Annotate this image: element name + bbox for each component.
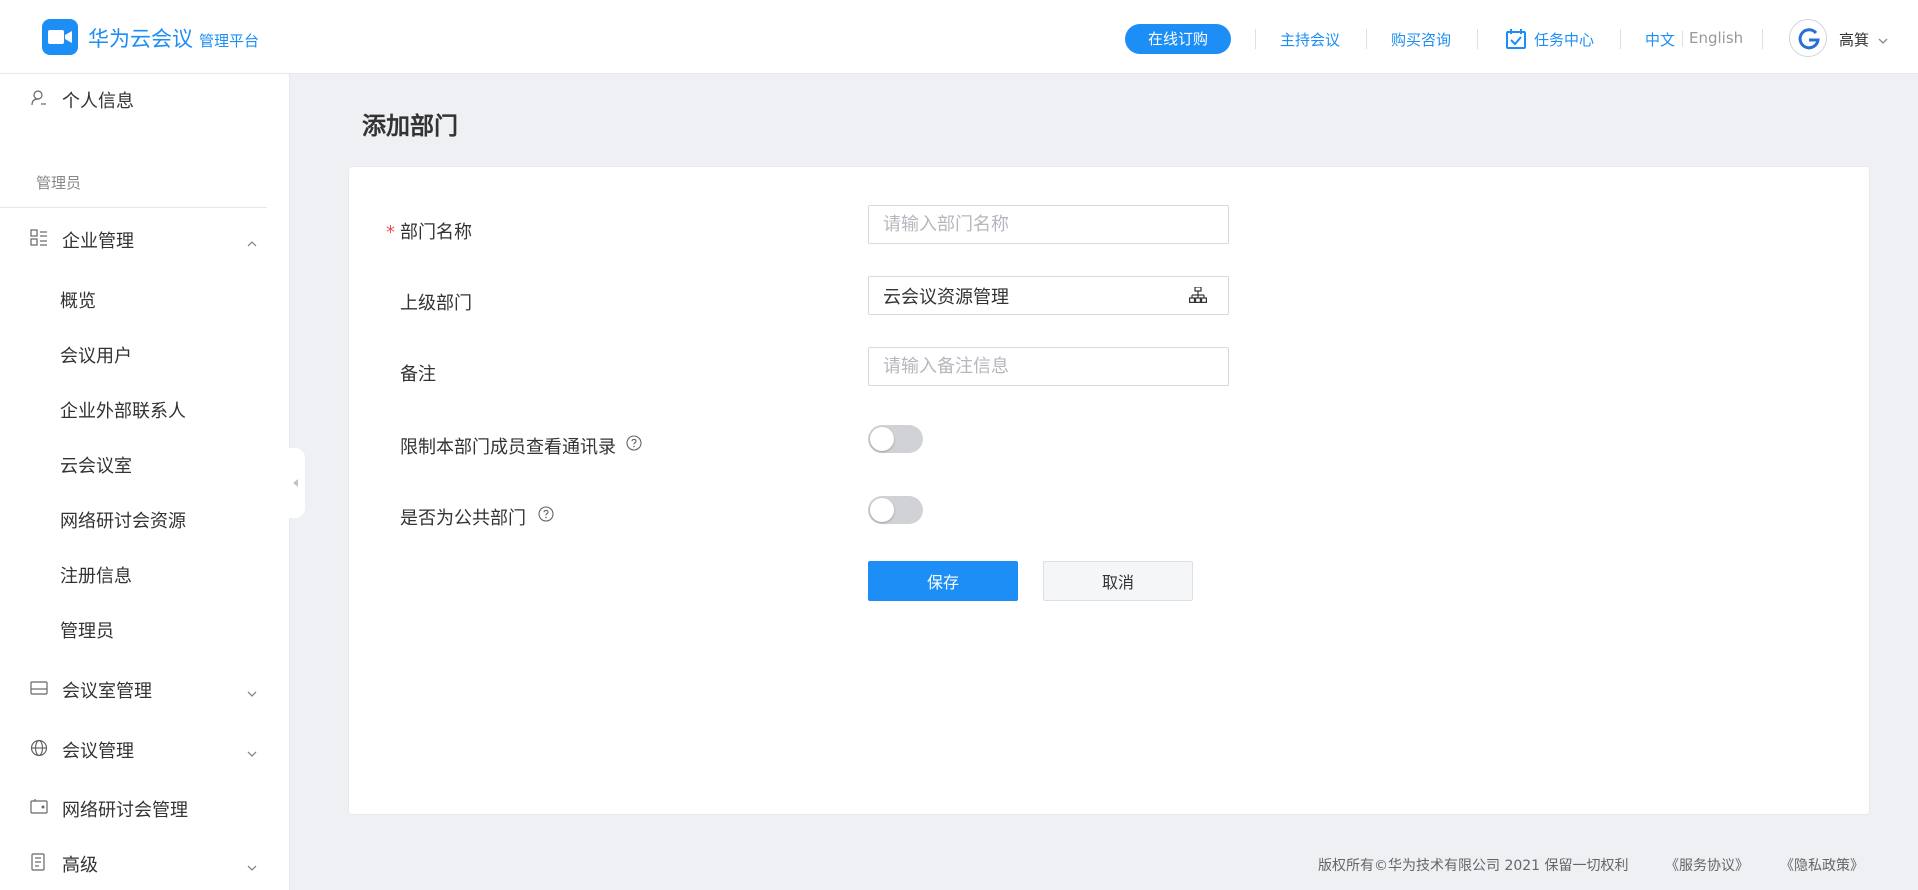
lang-divider: [1682, 31, 1683, 47]
sidebar-item-label: 高级: [62, 855, 98, 876]
sidebar-subitem-administrators[interactable]: 管理员: [60, 617, 114, 643]
online-order-button[interactable]: 在线订购: [1125, 24, 1231, 54]
sidebar-collapse-handle[interactable]: [289, 448, 305, 518]
brand-name[interactable]: 华为云会议: [88, 23, 193, 53]
meeting-room-icon: [30, 679, 48, 701]
user-name[interactable]: 高箕: [1839, 29, 1869, 50]
sidebar-item-webinar-management[interactable]: 网络研讨会管理: [0, 792, 270, 822]
task-center-icon[interactable]: [1505, 28, 1527, 54]
toggle-knob: [870, 427, 894, 451]
user-icon: [30, 89, 48, 111]
sidebar-subitem-cloud-rooms[interactable]: 云会议室: [60, 452, 132, 478]
header-divider: [1477, 29, 1478, 49]
sidebar-item-label: 网络研讨会管理: [62, 800, 188, 821]
host-meeting-link[interactable]: 主持会议: [1280, 29, 1340, 50]
header-divider: [1620, 29, 1621, 49]
public-dept-label: 是否为公共部门: [400, 508, 526, 529]
globe-icon: [30, 739, 48, 761]
caret-left-icon: [293, 479, 298, 487]
sidebar-subitem-meeting-users[interactable]: 会议用户: [60, 342, 132, 368]
dept-name-input[interactable]: [868, 205, 1229, 244]
task-center-link[interactable]: 任务中心: [1534, 29, 1594, 50]
privacy-policy-link[interactable]: 《隐私政策》: [1780, 855, 1864, 875]
sidebar-subitem-registration-info[interactable]: 注册信息: [60, 562, 132, 588]
service-agreement-link[interactable]: 《服务协议》: [1665, 855, 1749, 875]
sidebar-item-room-management[interactable]: 会议室管理: [0, 673, 270, 703]
lang-en-link[interactable]: English: [1689, 29, 1743, 47]
remark-label: 备注: [400, 364, 436, 385]
sidebar-subitem-external-contacts[interactable]: 企业外部联系人: [60, 397, 186, 423]
sidebar-item-label: 个人信息: [62, 91, 134, 112]
copyright-text: 版权所有©华为技术有限公司 2021 保留一切权利: [1318, 858, 1629, 874]
help-icon[interactable]: [538, 506, 554, 526]
public-dept-toggle[interactable]: [868, 496, 923, 524]
org-chart-icon[interactable]: [1189, 286, 1208, 307]
sidebar: 个人信息 管理员 企业管理 概览 会议用户 企业外部联系人 云会议室 网络研讨会…: [0, 74, 290, 890]
chevron-down-icon: [247, 683, 257, 702]
sidebar-item-label: 企业管理: [62, 231, 134, 252]
sidebar-item-label: 会议管理: [62, 741, 134, 762]
form-card: [348, 166, 1870, 815]
sidebar-divider: [0, 207, 267, 208]
huawei-cloud-meeting-logo-icon[interactable]: [42, 19, 78, 55]
sidebar-item-label: 会议室管理: [62, 681, 152, 702]
purchase-consult-link[interactable]: 购买咨询: [1391, 29, 1451, 50]
parent-dept-label: 上级部门: [400, 293, 472, 314]
sidebar-subitem-overview[interactable]: 概览: [60, 287, 96, 313]
sidebar-subitem-webinar-resources[interactable]: 网络研讨会资源: [60, 507, 186, 533]
webinar-icon: [30, 798, 48, 820]
sidebar-item-enterprise[interactable]: 企业管理: [0, 223, 270, 253]
chevron-down-icon: [247, 857, 257, 876]
sidebar-item-advanced[interactable]: 高级: [0, 847, 270, 877]
save-button[interactable]: 保存: [868, 561, 1018, 601]
toggle-knob: [870, 498, 894, 522]
cancel-button[interactable]: 取消: [1043, 561, 1193, 601]
restrict-contacts-label: 限制本部门成员查看通讯录: [400, 437, 616, 458]
header-divider: [1366, 29, 1367, 49]
header-divider: [1762, 29, 1763, 49]
required-mark: *: [386, 222, 395, 243]
page-title: 添加部门: [362, 112, 458, 140]
top-header: 华为云会议 管理平台 在线订购 主持会议 购买咨询 任务中心 中文 Englis…: [0, 0, 1918, 74]
sidebar-section-admin: 管理员: [36, 174, 82, 192]
chevron-up-icon: [247, 233, 257, 252]
chevron-down-icon[interactable]: [1878, 30, 1888, 49]
sidebar-item-personal-info[interactable]: 个人信息: [0, 83, 270, 113]
remark-input[interactable]: [868, 347, 1229, 386]
header-divider: [1255, 29, 1256, 49]
document-icon: [30, 853, 48, 875]
help-icon[interactable]: [626, 435, 642, 455]
brand-subtitle: 管理平台: [199, 32, 260, 50]
restrict-contacts-toggle[interactable]: [868, 425, 923, 453]
parent-dept-input[interactable]: [868, 276, 1229, 315]
enterprise-grid-icon: [30, 229, 48, 251]
dept-name-label: 部门名称: [400, 222, 472, 243]
chevron-down-icon: [247, 743, 257, 762]
user-avatar[interactable]: [1789, 19, 1827, 57]
lang-zh-link[interactable]: 中文: [1645, 29, 1675, 50]
sidebar-item-meeting-management[interactable]: 会议管理: [0, 733, 270, 763]
